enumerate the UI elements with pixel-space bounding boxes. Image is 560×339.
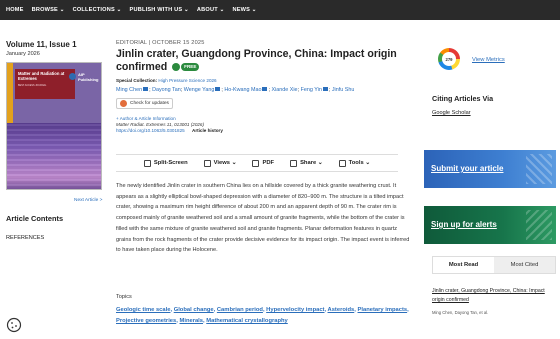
most-read-cited-tabs: Most Read Most Cited: [432, 256, 556, 274]
article-type-date: EDITORIAL | OCTOBER 15 2025: [116, 40, 205, 46]
author-link[interactable]: Jinfu Shu: [332, 87, 354, 93]
nav-browse[interactable]: BROWSE ⌄: [32, 7, 65, 13]
article-toolbar: Split-Screen Views ⌄ PDF Share ⌄ Tools ⌄: [116, 154, 398, 172]
most-read-article-authors: Ming Chen, Dayong Tan, et al.: [432, 310, 489, 315]
submit-article-banner[interactable]: Submit your article: [424, 150, 556, 188]
cover-journal-logo: Matter and Radiation at Extremes BEST AC…: [15, 69, 75, 99]
nav-collections[interactable]: COLLECTIONS ⌄: [73, 7, 122, 13]
article-citation: Matter Radiat. Extremes 11, 013001 (2026…: [116, 121, 205, 127]
views-icon: [203, 159, 211, 167]
share-label: Share ⌄: [300, 160, 323, 166]
topic-link[interactable]: Minerals: [180, 318, 204, 324]
banner-decoration: [526, 210, 552, 240]
topic-link[interactable]: Cambrian period: [217, 307, 263, 313]
special-collection-label: Special Collection:: [116, 77, 158, 83]
topics-list: Geologic time scale, Global change, Camb…: [116, 307, 409, 324]
topic-link[interactable]: Asteroids: [328, 307, 355, 313]
submit-article-label: Submit your article: [431, 164, 504, 173]
views-label: Views ⌄: [213, 160, 237, 166]
doi-row: https://doi.org/10.1063/5.0301825 Articl…: [116, 128, 414, 133]
citing-articles-heading: Citing Articles Via: [432, 94, 494, 103]
split-screen-button[interactable]: Split-Screen: [143, 159, 188, 167]
topic-link[interactable]: Projective geometries: [116, 318, 176, 324]
crossmark-icon: [120, 99, 127, 107]
publisher-logo-icon: [69, 73, 76, 80]
views-dropdown[interactable]: Views ⌄: [203, 159, 237, 167]
article-contents-heading: Article Contents: [6, 214, 64, 223]
view-metrics-link[interactable]: View Metrics: [472, 57, 505, 63]
article-title-text: Jinlin crater, Guangdong Province, China…: [116, 48, 397, 73]
topic-link[interactable]: Hypervelocity impact: [266, 307, 324, 313]
pdf-icon: [252, 159, 260, 167]
journal-cover[interactable]: Matter and Radiation at Extremes BEST AC…: [6, 62, 102, 190]
article-history-toggle[interactable]: Article history: [192, 128, 223, 133]
email-icon[interactable]: [143, 87, 149, 92]
abstract-text: The newly identified Jinlin crater in so…: [116, 183, 410, 254]
cover-journal-name: Matter and Radiation at Extremes: [18, 71, 65, 82]
issue-volume[interactable]: Volume 11, Issue 1: [6, 40, 106, 49]
references-link[interactable]: REFERENCES: [6, 235, 44, 241]
open-access-icon: [172, 63, 181, 72]
nav-about[interactable]: ABOUT ⌄: [197, 7, 225, 13]
split-screen-label: Split-Screen: [153, 160, 188, 166]
cover-publisher: AIP Publishing: [78, 72, 99, 82]
author-list: Ming Chen; Dayong Tan; Wenge Yang; Ho-Kw…: [116, 86, 355, 93]
author-link[interactable]: Wenge Yang: [184, 87, 215, 93]
topics-heading: Topics: [116, 294, 132, 300]
author-link[interactable]: Dayong Tan: [152, 87, 181, 93]
check-for-updates-label: Check for updates: [130, 100, 169, 106]
pdf-button[interactable]: PDF: [252, 159, 275, 167]
topic-link[interactable]: Geologic time scale: [116, 307, 170, 313]
most-read-article-link[interactable]: Jinlin crater, Guangdong Province, China…: [432, 287, 556, 305]
article-main: EDITORIAL | OCTOBER 15 2025 Jinlin crate…: [116, 40, 414, 324]
cover-subtitle: BEST ACCESS JOURNAL: [18, 83, 47, 87]
issue-date: January 2026: [6, 51, 40, 57]
tools-label: Tools ⌄: [348, 160, 371, 166]
alerts-banner[interactable]: Sign up for alerts: [424, 206, 556, 244]
share-dropdown[interactable]: Share ⌄: [290, 159, 323, 167]
topic-link[interactable]: Mathematical crystallography: [206, 318, 288, 324]
special-collection-link[interactable]: High Pressure Science 2026: [158, 78, 216, 83]
topic-link[interactable]: Global change: [174, 307, 214, 313]
author-article-info-link[interactable]: + Author & Article Information: [116, 116, 414, 121]
tab-most-cited[interactable]: Most Cited: [494, 257, 555, 273]
tools-dropdown[interactable]: Tools ⌄: [338, 159, 371, 167]
top-navigation: HOME BROWSE ⌄ COLLECTIONS ⌄ PUBLISH WITH…: [0, 0, 560, 20]
cookie-settings-icon[interactable]: [6, 317, 22, 333]
altmetric-score: 279: [442, 52, 456, 66]
email-icon[interactable]: [215, 87, 221, 92]
special-collection: Special Collection: High Pressure Scienc…: [116, 78, 414, 83]
check-for-updates-button[interactable]: Check for updates: [116, 97, 173, 109]
altmetric-badge[interactable]: 279: [438, 48, 460, 70]
pdf-label: PDF: [262, 160, 275, 166]
article-title: Jinlin crater, Guangdong Province, China…: [116, 48, 414, 74]
nav-home[interactable]: HOME: [6, 7, 24, 13]
alerts-label: Sign up for alerts: [431, 220, 497, 229]
tools-icon: [338, 159, 346, 167]
share-icon: [290, 159, 298, 167]
author-link[interactable]: Ming Chen: [116, 87, 142, 93]
next-article-link[interactable]: Next Article >: [74, 198, 102, 203]
doi-link[interactable]: https://doi.org/10.1063/5.0301825: [116, 128, 185, 133]
email-icon[interactable]: [322, 87, 328, 92]
banner-decoration: [526, 154, 552, 184]
nav-news[interactable]: NEWS ⌄: [232, 7, 256, 13]
author-link[interactable]: Feng Yin: [301, 87, 322, 93]
cover-image: [7, 123, 101, 189]
topic-link[interactable]: Planetary impacts: [358, 307, 408, 313]
author-link[interactable]: Xiande Xie: [271, 87, 297, 93]
split-screen-icon: [143, 159, 151, 167]
email-icon[interactable]: [262, 87, 268, 92]
nav-publish-with-us[interactable]: PUBLISH WITH US ⌄: [130, 7, 189, 13]
issue-sidebar: Volume 11, Issue 1 January 2026 Matter a…: [6, 40, 106, 241]
free-badge: FREE: [181, 63, 200, 71]
google-scholar-link[interactable]: Google Scholar: [432, 110, 471, 116]
author-link[interactable]: Ho-Kwang Mao: [224, 87, 261, 93]
tab-most-read[interactable]: Most Read: [433, 257, 494, 273]
